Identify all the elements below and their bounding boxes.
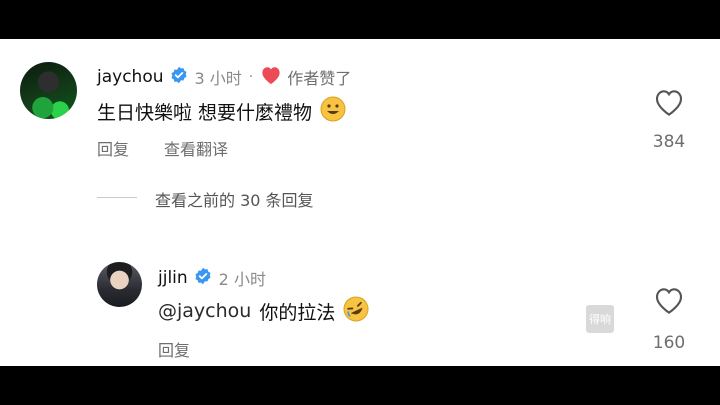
- replies-divider: [97, 197, 137, 198]
- author-liked-label: 作者赞了: [287, 69, 352, 88]
- like-heart-outline-icon[interactable]: [653, 285, 685, 319]
- comment-text: 生日快樂啦 想要什麼禮物: [97, 101, 313, 124]
- reply-header: jjlin 2 小时: [158, 266, 266, 290]
- comment-header: jaychou 3 小时 · 作者赞了: [97, 65, 351, 89]
- like-count: 160: [652, 333, 686, 353]
- verified-badge-icon: [194, 267, 212, 289]
- like-heart-outline-icon[interactable]: [653, 87, 685, 121]
- rofl-emoji-icon: [343, 296, 369, 326]
- comment-body: 生日快樂啦 想要什麼禮物: [97, 96, 346, 126]
- translate-button[interactable]: 查看翻译: [164, 136, 228, 160]
- smiling-emoji-icon: [320, 96, 346, 126]
- username-jjlin[interactable]: jjlin: [158, 268, 188, 288]
- watermark-logo: 得响: [586, 305, 614, 333]
- mention-link[interactable]: @jaychou: [158, 300, 251, 322]
- avatar-jjlin[interactable]: [97, 262, 142, 307]
- comments-panel: jaychou 3 小时 · 作者赞了 生日快樂啦 想要什麼禮物 回复 查看翻译…: [0, 39, 720, 366]
- reply-button[interactable]: 回复: [158, 337, 190, 361]
- reply-text: 你的拉法: [259, 301, 336, 324]
- username-jaychou[interactable]: jaychou: [97, 67, 164, 87]
- heart-icon: [260, 65, 282, 89]
- comment-time: 3 小时: [194, 69, 242, 88]
- view-previous-replies-button[interactable]: 查看之前的 30 条回复: [155, 187, 314, 211]
- reply-time: 2 小时: [218, 270, 266, 289]
- reply-body: @jaychou 你的拉法: [158, 296, 369, 326]
- verified-badge-icon: [170, 66, 188, 88]
- reply-button[interactable]: 回复: [97, 136, 129, 160]
- avatar-jaychou[interactable]: [20, 62, 77, 119]
- like-count: 384: [652, 132, 686, 152]
- meta-separator: ·: [248, 69, 254, 85]
